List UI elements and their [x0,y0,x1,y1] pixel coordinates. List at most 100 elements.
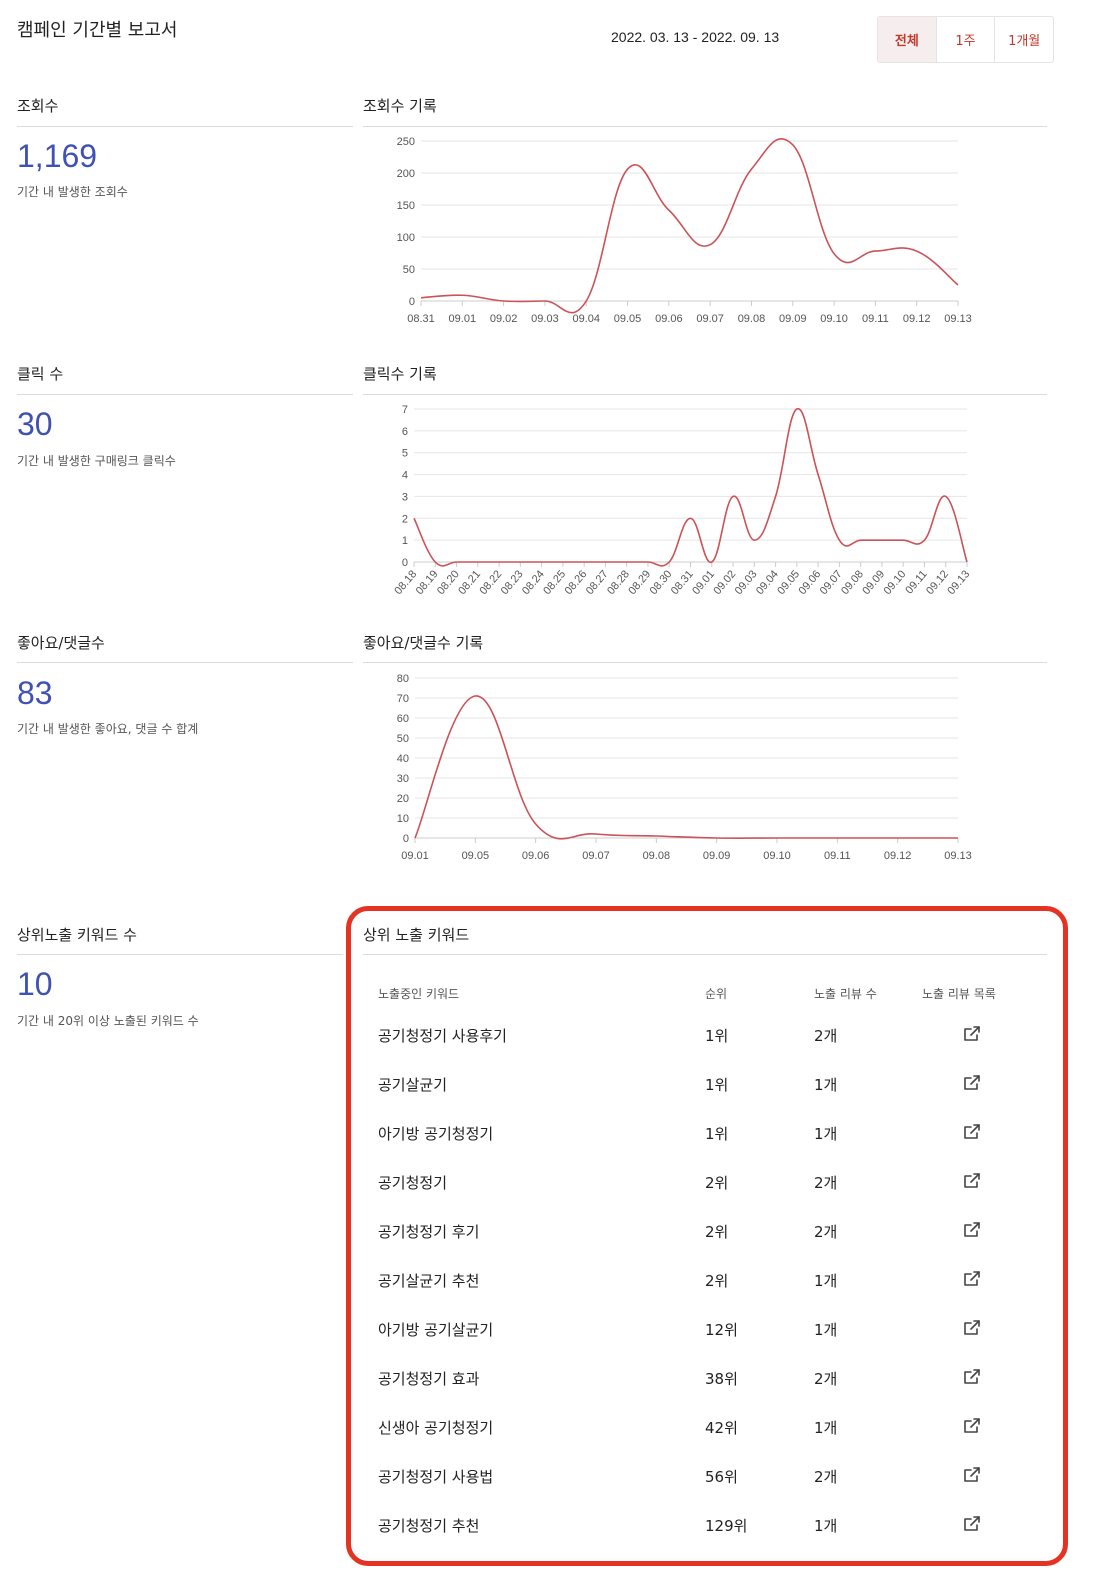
external-link-icon[interactable] [962,1514,982,1534]
divider [363,126,1047,127]
y-tick-label: 250 [397,136,415,148]
x-tick-label: 08.20 [435,568,462,597]
table-body: 공기청정기 사용후기 1위 2개 공기살균기 1위 1개 아기방 공기청정기 1위 1개 공기청정… [364,1011,1044,1550]
x-tick-label: 09.08 [839,568,866,597]
y-tick-label: 30 [397,773,409,785]
keywords-table: 노출중인 키워드 순위 노출 리뷰 수 노출 리뷰 목록 공기청정기 사용후기 1… [364,975,1044,1550]
review-count-cell: 1개 [814,1076,838,1094]
external-link-icon[interactable] [962,1367,982,1387]
x-tick-label: 09.10 [763,850,791,862]
series-line [413,408,968,567]
y-tick-label: 2 [402,513,408,525]
external-link-icon[interactable] [962,1318,982,1338]
x-tick-label: 09.11 [824,850,851,862]
divider [17,954,343,955]
table-row: 아기방 공기살균기 12위 1개 [364,1305,1044,1354]
x-tick-label: 09.09 [860,568,887,597]
y-tick-label: 50 [403,264,415,276]
divider [363,662,1047,663]
x-tick-label: 09.06 [522,850,550,862]
y-tick-label: 0 [403,833,409,845]
clicks-line-chart: 0123456708.1808.1908.2008.2108.2208.2308… [392,404,972,597]
views-description: 기간 내 발생한 조회수 [17,185,128,199]
table-row: 공기청정기 사용법 56위 2개 [364,1452,1044,1501]
keywords-table-title: 상위 노출 키워드 [363,926,470,944]
x-tick-label: 09.08 [738,313,766,325]
y-tick-label: 4 [402,470,408,482]
table-row: 공기청정기 사용후기 1위 2개 [364,1011,1044,1060]
table-row: 공기살균기 1위 1개 [364,1060,1044,1109]
x-tick-label: 08.30 [648,568,675,597]
x-tick-label: 09.13 [944,313,972,325]
clicks-description: 기간 내 발생한 구매링크 클릭수 [17,454,176,468]
x-tick-label: 09.10 [820,313,848,325]
y-tick-label: 3 [402,491,408,503]
likes-line-chart: 0 10 20 30 40 50 60 70 80 09.01 09.05 09.06 09.07 09.… [397,673,972,862]
divider [17,126,353,127]
y-tick-label: 7 [402,404,408,416]
column-header-review-list: 노출 리뷰 목록 [922,986,996,1001]
external-link-icon[interactable] [962,1416,982,1436]
clicks-chart-title: 클릭수 기록 [363,365,437,383]
x-tick-label: 09.06 [655,313,683,325]
review-count-cell: 1개 [814,1125,838,1143]
table-row: 공기살균기 추천 2위 1개 [364,1256,1044,1305]
x-tick-label: 09.11 [862,313,889,325]
x-tick-label: 09.07 [582,850,610,862]
x-tick-label: 09.07 [818,568,845,597]
x-tick-label: 09.02 [490,313,518,325]
x-tick-label: 09.07 [696,313,724,325]
column-header-keyword: 노출중인 키워드 [378,986,460,1001]
divider [17,662,353,663]
review-count-cell: 1개 [814,1321,838,1339]
table-row: 공기청정기 효과 38위 2개 [364,1354,1044,1403]
rank-cell: 42위 [705,1419,738,1437]
x-tick-label: 09.01 [690,568,717,597]
keyword-cell: 공기살균기 추천 [378,1272,480,1290]
keyword-cell: 신생아 공기청정기 [378,1419,494,1437]
external-link-icon[interactable] [962,1024,982,1044]
external-link-icon[interactable] [962,1122,982,1142]
period-all-button[interactable]: 전체 [878,17,937,62]
review-count-cell: 2개 [814,1468,838,1486]
period-month-button[interactable]: 1개월 [995,17,1053,62]
period-selector: 전체 1주 1개월 [877,16,1054,63]
y-tick-label: 80 [397,673,409,685]
x-tick-label: 09.12 [924,568,951,597]
y-tick-label: 150 [397,200,415,212]
x-tick-label: 08.31 [407,313,435,325]
x-tick-label: 08.23 [499,568,526,597]
external-link-icon[interactable] [962,1465,982,1485]
rank-cell: 2위 [705,1272,729,1290]
views-label: 조회수 [17,97,59,115]
views-chart-title: 조회수 기록 [363,97,437,115]
y-tick-label: 40 [397,753,409,765]
keywords-label: 상위노출 키워드 수 [17,926,137,944]
likes-description: 기간 내 발생한 좋아요, 댓글 수 합계 [17,722,199,736]
x-tick-label: 08.26 [563,568,590,597]
y-tick-label: 0 [402,557,408,569]
series-line [420,137,959,314]
x-tick-label: 08.28 [605,568,632,597]
x-tick-label: 09.13 [945,568,972,597]
x-tick-label: 08.29 [626,568,653,597]
external-link-icon[interactable] [962,1171,982,1191]
likes-chart-title: 좋아요/댓글수 기록 [363,634,484,652]
period-week-button[interactable]: 1주 [937,17,996,62]
external-link-icon[interactable] [962,1073,982,1093]
x-tick-label: 08.24 [520,568,547,597]
y-tick-label: 50 [397,733,409,745]
x-tick-label: 09.03 [733,568,760,597]
x-tick-label: 09.10 [882,568,909,597]
keyword-cell: 공기살균기 [378,1076,448,1094]
x-tick-label: 08.21 [456,568,483,597]
x-tick-label: 09.05 [462,850,490,862]
x-tick-label: 09.04 [572,313,600,325]
y-tick-label: 1 [402,535,408,547]
rank-cell: 1위 [705,1076,729,1094]
external-link-icon[interactable] [962,1269,982,1289]
x-tick-label: 09.01 [449,313,477,325]
external-link-icon[interactable] [962,1220,982,1240]
date-range: 2022. 03. 13 - 2022. 09. 13 [611,29,780,45]
review-count-cell: 1개 [814,1517,838,1535]
